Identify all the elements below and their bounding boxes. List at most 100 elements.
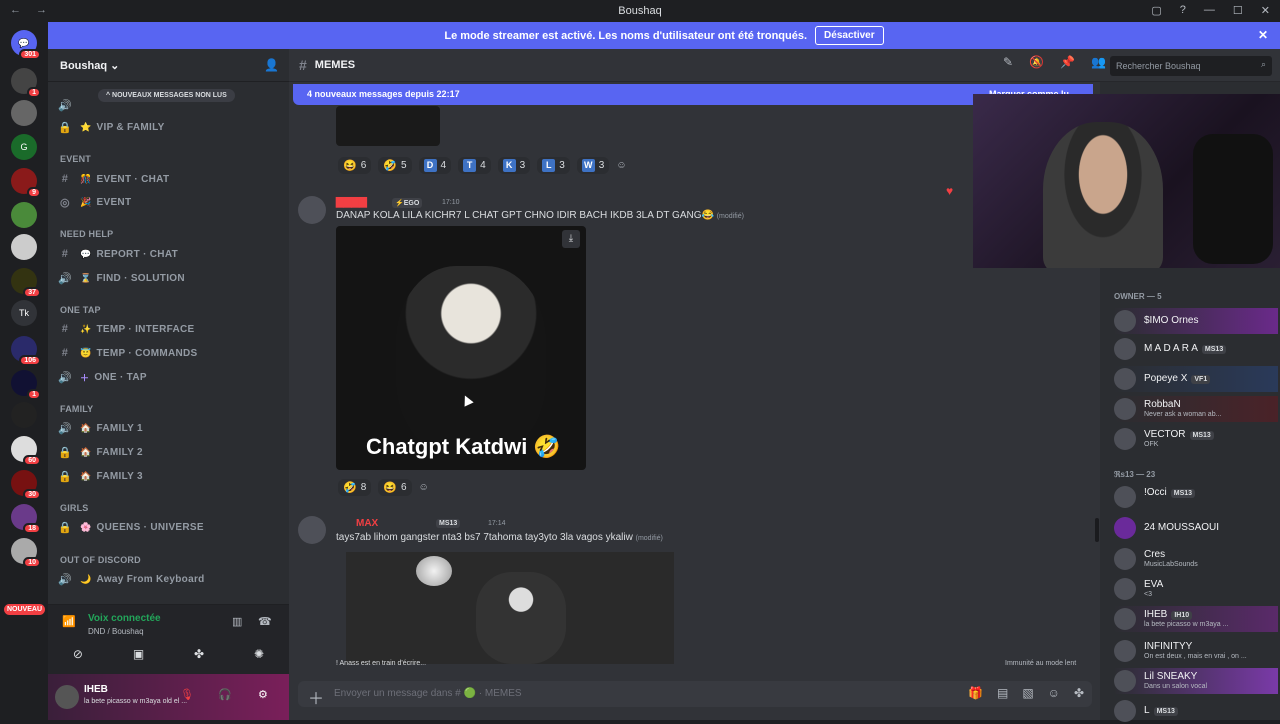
channel-family3[interactable]: 🔒 🏠 FAMILY 3 [58,466,283,486]
mute-icon[interactable]: 🔕 [1029,55,1044,69]
maximize-button[interactable]: ☐ [1233,4,1243,17]
avatar[interactable] [298,196,326,224]
category-out-of-discord[interactable]: OUT OF DISCORD [60,555,141,565]
server-icon[interactable]: 30 [11,470,41,500]
scrollbar[interactable] [1095,518,1099,542]
server-icon[interactable]: 37 [11,268,41,298]
inbox-icon[interactable]: ▢ [1151,4,1161,17]
minimize-button[interactable]: — [1204,4,1215,17]
member-item[interactable]: Lil SNEAKY Dans un salon vocal [1114,668,1278,694]
emoji-picker-icon[interactable]: ☺ [1048,686,1060,700]
server-icon[interactable]: 1 [11,68,41,98]
reaction-button[interactable]: T4 [458,156,491,174]
noise-suppression-icon[interactable]: ▥ [232,615,242,628]
sticker-icon[interactable]: ▧ [1022,686,1033,700]
member-item[interactable]: Popeye X VF1 [1114,366,1278,392]
user-name[interactable]: IHEB [84,684,108,695]
disconnect-icon[interactable]: ☎ [258,615,272,628]
soundboard-icon[interactable]: ✺ [254,647,264,661]
message-image[interactable]: Chatgpt Katdwi 🤣 ⤓ [336,226,586,470]
gift-icon[interactable]: 🎁 [968,686,983,700]
search-input[interactable]: Rechercher Boushaq ⌕ [1110,56,1272,76]
settings-gear-icon[interactable]: ⚙ [258,688,268,701]
member-item[interactable]: EVA <3 [1114,576,1278,602]
camera-off-icon[interactable]: ⊘ [73,647,83,661]
message-input[interactable]: ＋ Envoyer un message dans # 🟢 · MEMES 🎁 … [298,681,1092,709]
channel-temp-commands[interactable]: # 😇 TEMP · COMMANDS [58,343,283,363]
server-header[interactable]: Boushaq ⌄ 👤 [48,49,289,82]
message-video[interactable] [346,552,674,664]
server-icon[interactable]: 10 [11,538,41,568]
reaction-button[interactable]: K3 [497,156,531,174]
server-icon[interactable] [11,202,37,228]
channel-report[interactable]: # 💬 REPORT · CHAT [58,244,283,264]
reaction-button[interactable]: 🤣 8 [338,478,372,496]
channel-afk[interactable]: 🔊 🌙 Away From Keyboard [58,569,283,589]
members-icon[interactable]: 👥 [1091,55,1106,69]
message-author[interactable]: ▇▇▇▇ [336,197,367,208]
add-reaction-icon[interactable]: ☺ [616,160,626,171]
reaction-button[interactable]: 😆 6 [338,156,372,174]
message-author[interactable]: MAX [356,518,378,529]
category-need-help[interactable]: NEED HELP [60,229,113,239]
server-icon[interactable] [11,100,37,126]
dm-home-icon[interactable]: 💬 301 [11,30,41,60]
avatar[interactable] [298,516,326,544]
server-icon[interactable]: 1 [11,370,41,400]
channel-one-tap[interactable]: 🔊 ＋ ONE · TAP [58,367,283,387]
category-event[interactable]: EVENT [60,154,91,164]
member-item[interactable]: M A D A R A MS13 [1114,336,1278,362]
signal-icon[interactable]: 📶 [62,615,76,628]
reaction-button[interactable]: 😆 6 [378,478,412,496]
member-item[interactable]: VECTOR MS13 OFK [1114,426,1278,452]
apps-icon[interactable]: ✤ [1074,686,1084,700]
member-item[interactable]: Cres MusicLabSounds [1114,546,1278,572]
help-icon[interactable]: ? [1180,4,1186,17]
member-item[interactable]: L MS13 [1114,698,1278,724]
member-item[interactable]: IHEB IH10 la bete picasso w m3aya ... [1114,606,1278,632]
channel-event-chat[interactable]: # 🎊 EVENT · CHAT [58,169,283,189]
server-icon[interactable] [11,234,37,260]
server-icon[interactable]: 106 [11,336,41,366]
download-icon[interactable]: ⤓ [562,230,580,248]
deafened-icon[interactable]: 🎧 [218,688,232,701]
channel-partial[interactable]: 🔊 [58,95,283,115]
channel-queens[interactable]: 🔒 🌸 QUEENS · UNIVERSE [58,517,283,537]
reaction-button[interactable]: 🤣 5 [378,156,412,174]
member-item[interactable]: RobbaN Never ask a woman ab... [1114,396,1278,422]
channel-family1[interactable]: 🔊 🏠 FAMILY 1 [58,418,283,438]
add-reaction-icon[interactable]: ☺ [419,482,429,493]
member-item[interactable]: !Occi MS13 [1114,484,1278,510]
channel-family2[interactable]: 🔒 🏠 FAMILY 2 [58,442,283,462]
close-banner-icon[interactable]: ✕ [1258,28,1268,42]
disable-streamer-button[interactable]: Désactiver [815,26,884,45]
screen-share-icon[interactable]: ▣ [133,647,144,661]
add-member-icon[interactable]: 👤 [264,58,279,72]
member-item[interactable]: INFINITYY On est deux , mais en vrai , on… [1114,638,1278,664]
pin-icon[interactable]: 📌 [1060,55,1075,69]
channel-vip[interactable]: 🔒 ⭐ VIP & FAMILY [58,117,283,137]
threads-icon[interactable]: ✎ [1003,55,1013,69]
channel-event[interactable]: ◎ 🎉 EVENT [58,192,283,212]
server-icon[interactable]: G [11,134,37,160]
mic-muted-icon[interactable]: 🎙 [180,688,194,701]
close-window-button[interactable]: ✕ [1261,4,1270,17]
member-item[interactable]: 24 MOUSSAOUI [1114,515,1278,541]
channel-temp-interface[interactable]: # ✨ TEMP · INTERFACE [58,319,283,339]
server-icon[interactable]: Tk [11,300,37,326]
server-icon[interactable]: 9 [11,168,41,198]
gif-icon[interactable]: ▤ [997,686,1008,700]
reaction-button[interactable]: D4 [418,156,452,174]
channel-find[interactable]: 🔊 ⌛ FIND · SOLUTION [58,268,283,288]
category-girls[interactable]: GIRLS [60,503,89,513]
reaction-button[interactable]: L3 [537,156,570,174]
category-family[interactable]: FAMILY [60,404,93,414]
activity-icon[interactable]: ✤ [194,647,204,661]
server-icon[interactable] [11,402,37,428]
voice-status[interactable]: Voix connectée [88,613,161,624]
category-one-tap[interactable]: ONE TAP [60,305,101,315]
add-attachment-icon[interactable]: ＋ [308,685,324,709]
voice-channel[interactable]: DND / Boushaq [88,627,144,636]
server-icon[interactable]: 18 [11,504,41,534]
server-icon[interactable]: 60 [11,436,41,466]
